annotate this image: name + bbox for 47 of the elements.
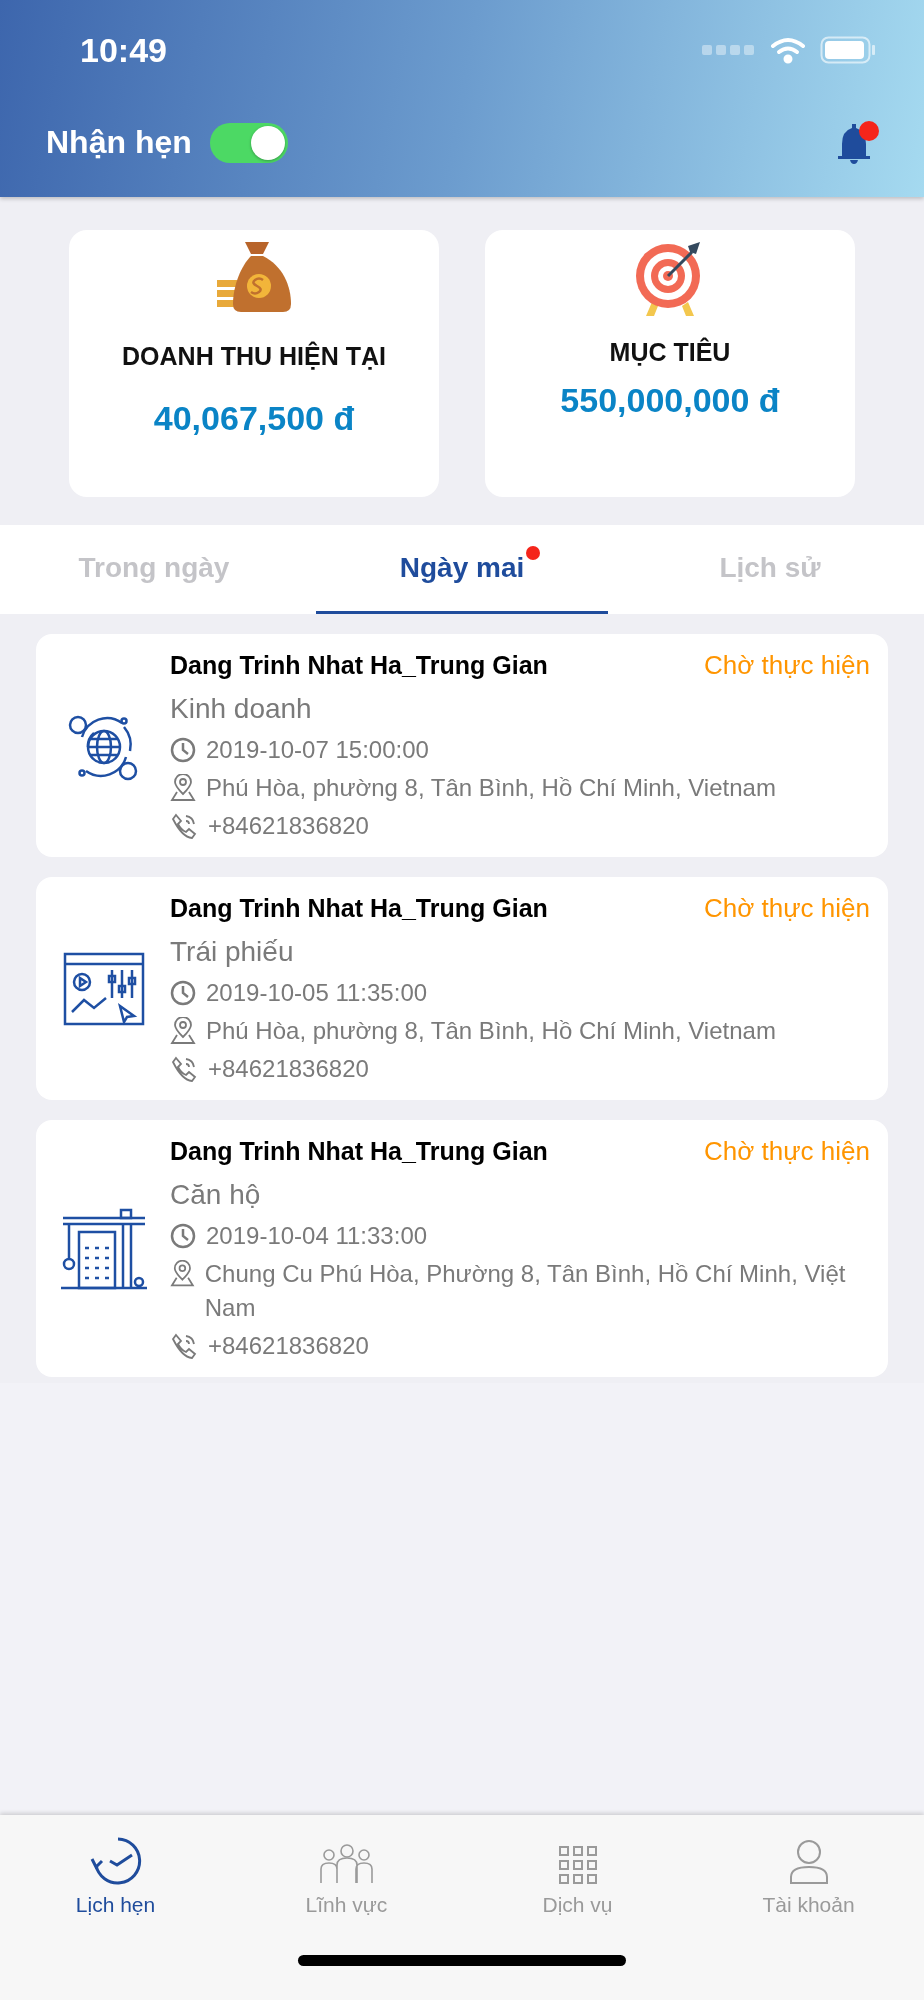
address-text: Phú Hòa, phường 8, Tân Bình, Hồ Chí Minh, Vietnam [206, 773, 776, 803]
person-icon [788, 1839, 829, 1885]
crane-building-icon [61, 1207, 147, 1292]
phone-number: +84621836820 [208, 1054, 369, 1084]
address-text: Chung Cu Phú Hòa, Phường 8, Tân Bình, Hồ Chí Minh, Việt Nam [204, 1259, 847, 1323]
appointment-time: 2019-10-07 15:00:00 [206, 735, 429, 765]
stat-label: DOANH THU HIỆN TẠI [122, 342, 386, 371]
clock-icon [170, 737, 196, 763]
address-text: Phú Hòa, phường 8, Tân Bình, Hồ Chí Minh, Vietnam [206, 1016, 776, 1046]
customer-name: Dang Trinh Nhat Ha_Trung Gian [170, 1137, 548, 1166]
category-label: Kinh doanh [170, 693, 313, 725]
wifi-icon [770, 36, 806, 64]
phone-number: +84621836820 [208, 811, 369, 841]
signal-icon [702, 44, 756, 56]
category-label: Trái phiếu [170, 936, 295, 968]
map-pin-icon [170, 1017, 196, 1045]
toggle-switch[interactable] [209, 122, 288, 163]
clock-icon [170, 1223, 196, 1249]
status-label: Chờ thực hiện [704, 1136, 870, 1167]
nav-item[interactable]: Lịch hẹn [0, 1825, 231, 1917]
phone-icon [170, 1332, 198, 1360]
status-label: Chờ thực hiện [704, 650, 870, 681]
appointment-card[interactable]: Dang Trinh Nhat Ha_Trung Gian Chờ thực hiện Căn hộ 2019-10-04 11:33:00 Chung Cu Phú Hòa, Phường 8, Tân Bình, Hồ Chí Minh, Việt Nam +84621836820 [36, 1120, 888, 1377]
phone-icon [170, 1055, 198, 1083]
header-label: Nhận hẹn [46, 124, 192, 161]
appointment-card[interactable]: Dang Trinh Nhat Ha_Trung Gian Chờ thực hiện Kinh doanh 2019-10-07 15:00:00 Phú Hòa, phường 8, Tân Bình, Hồ Chí Minh, Vietnam +84621836820 [36, 634, 888, 857]
stat-value: 550,000,000 đ [560, 381, 780, 420]
phone-number: +84621836820 [208, 1331, 369, 1361]
battery-icon [820, 36, 876, 64]
grid-icon [557, 1845, 598, 1885]
map-pin-icon [170, 774, 196, 802]
status-time: 10:49 [80, 30, 167, 70]
clock-icon [170, 980, 196, 1006]
appointment-time: 2019-10-04 11:33:00 [206, 1221, 428, 1251]
customer-name: Dang Trinh Nhat Ha_Trung Gian [170, 894, 548, 923]
phone-icon [170, 812, 198, 840]
map-pin-icon [170, 1260, 195, 1288]
people-icon [318, 1841, 375, 1885]
customer-name: Dang Trinh Nhat Ha_Trung Gian [170, 651, 548, 680]
tab[interactable]: Ngày mai [316, 525, 608, 614]
appointment-time: 2019-10-05 11:35:00 [206, 978, 428, 1008]
category-label: Căn hộ [170, 1179, 262, 1211]
money-bag-icon [215, 240, 293, 314]
stat-label: MỤC TIÊU [609, 338, 731, 367]
appointment-card[interactable]: Dang Trinh Nhat Ha_Trung Gian Chờ thực hiện Trái phiếu 2019-10-05 11:35:00 Phú Hòa, phường 8, Tân Bình, Hồ Chí Minh, Vietnam +84621836820 [36, 877, 888, 1100]
stat-value: 40,067,500 đ [153, 399, 355, 438]
status-label: Chờ thực hiện [704, 893, 870, 924]
